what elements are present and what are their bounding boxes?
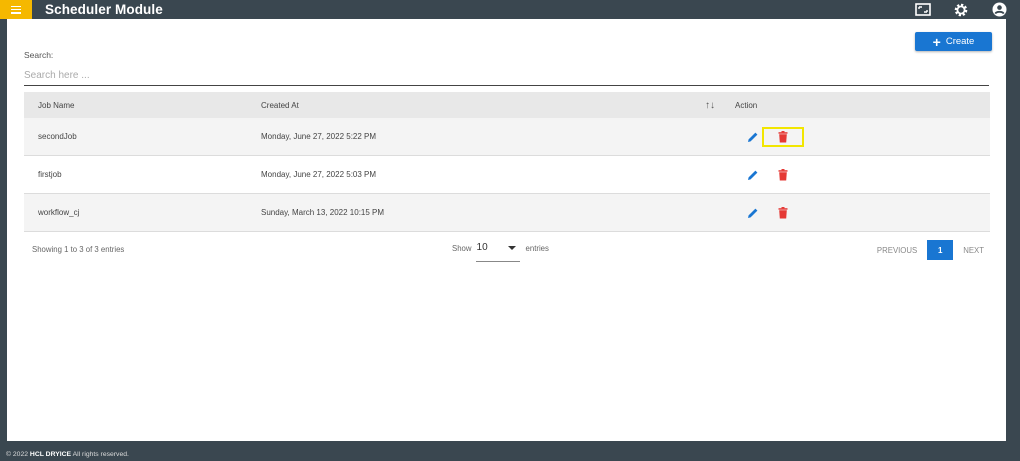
delete-icon[interactable] xyxy=(774,166,792,184)
menu-icon xyxy=(11,5,21,14)
copyright-rights: All rights reserved. xyxy=(72,451,129,458)
copyright: © 2022 HCL DRYICE All rights reserved. xyxy=(6,451,129,458)
delete-icon[interactable] xyxy=(774,128,792,146)
header-job-name: Job Name xyxy=(38,100,75,110)
header-created-at[interactable]: Created At xyxy=(261,101,299,110)
table-row: workflow_cj Sunday, March 13, 2022 10:15… xyxy=(24,194,990,232)
page-1-button[interactable]: 1 xyxy=(927,240,954,260)
job-name: firstjob xyxy=(38,170,62,179)
delete-icon[interactable] xyxy=(774,204,792,222)
account-icon[interactable] xyxy=(990,1,1008,19)
next-button[interactable]: NEXT xyxy=(957,246,990,255)
settings-icon[interactable] xyxy=(952,1,970,19)
top-bar: Scheduler Module xyxy=(0,0,1020,19)
menu-button[interactable] xyxy=(0,0,32,19)
previous-button[interactable]: PREVIOUS xyxy=(871,246,923,255)
plus-icon: + xyxy=(932,33,941,50)
brand-name: HCL DRYICE xyxy=(29,451,72,458)
table-header: Job Name Created At ↑↓ Action xyxy=(24,92,990,118)
create-button-label: Create xyxy=(945,36,975,47)
copyright-year: © 2022 xyxy=(6,451,29,458)
page-size-value: 10 xyxy=(476,242,488,253)
table-row: firstjob Monday, June 27, 2022 5:03 PM xyxy=(24,156,990,194)
job-name: workflow_cj xyxy=(38,208,80,217)
main-panel: + Create Search: Job Name Created At ↑↓ … xyxy=(7,19,1006,441)
edit-icon[interactable] xyxy=(744,166,762,184)
sort-icon[interactable]: ↑↓ xyxy=(705,100,715,111)
fullscreen-icon[interactable] xyxy=(914,1,932,19)
header-action: Action xyxy=(735,100,758,110)
search-input[interactable] xyxy=(24,65,989,86)
entries-info: Showing 1 to 3 of 3 entries xyxy=(32,245,125,254)
jobs-table: Job Name Created At ↑↓ Action secondJob … xyxy=(24,92,990,232)
pagination: PREVIOUS 1 NEXT xyxy=(871,240,990,260)
entries-label: entries xyxy=(525,244,549,253)
create-button[interactable]: + Create xyxy=(915,32,992,51)
job-created-at: Sunday, March 13, 2022 10:15 PM xyxy=(261,208,385,217)
table-footer: Showing 1 to 3 of 3 entries Show 10 entr… xyxy=(24,240,990,268)
page-size-control: Show 10 entries xyxy=(452,242,549,262)
job-name: secondJob xyxy=(38,132,77,141)
search-label: Search: xyxy=(24,50,54,60)
show-label: Show xyxy=(452,244,472,253)
edit-icon[interactable] xyxy=(744,204,762,222)
app-title: Scheduler Module xyxy=(45,2,163,17)
page-size-select[interactable]: 10 xyxy=(475,242,520,262)
scrollbar-track xyxy=(1006,19,1020,451)
table-row: secondJob Monday, June 27, 2022 5:22 PM xyxy=(24,118,990,156)
edit-icon[interactable] xyxy=(744,128,762,146)
caret-down-icon xyxy=(507,246,516,250)
job-created-at: Monday, June 27, 2022 5:22 PM xyxy=(261,132,377,141)
job-created-at: Monday, June 27, 2022 5:03 PM xyxy=(261,170,377,179)
